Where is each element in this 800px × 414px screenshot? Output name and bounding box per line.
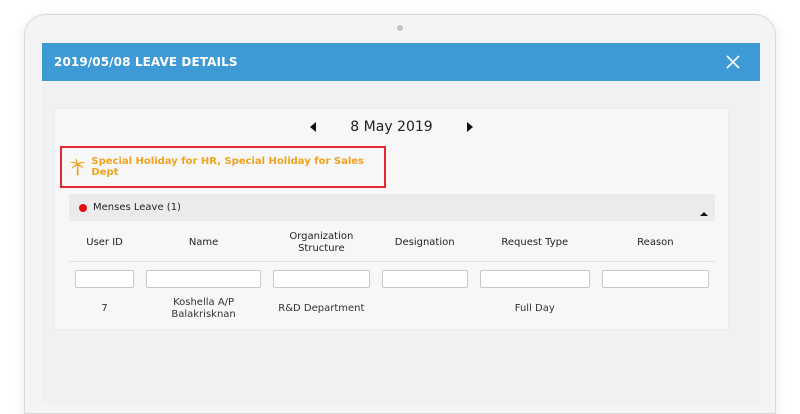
- modal-title: 2019/05/08 LEAVE DETAILS: [54, 55, 238, 69]
- table-row[interactable]: 7 Koshella A/P Balakrisknan R&D Departme…: [69, 294, 715, 324]
- column-header-name[interactable]: Name: [140, 237, 267, 249]
- holiday-text: Special Holiday for HR, Special Holiday …: [91, 156, 364, 178]
- modal-header: 2019/05/08 LEAVE DETAILS: [42, 43, 760, 81]
- cell-request-type: Full Day: [514, 303, 555, 314]
- cell-organization: R&D Department: [278, 303, 365, 314]
- column-header-designation[interactable]: Designation: [376, 237, 474, 249]
- holiday-notice: Special Holiday for HR, Special Holiday …: [60, 146, 386, 188]
- date-navigator: 8 May 2019: [55, 117, 728, 137]
- camera-dot: [397, 25, 403, 31]
- palm-tree-icon: [69, 158, 86, 176]
- column-header-request-type[interactable]: Request Type: [474, 237, 596, 249]
- leave-group-header[interactable]: Menses Leave (1): [69, 194, 715, 221]
- leave-details-card: 8 May 2019 Special Holiday for HR, Speci…: [54, 108, 729, 330]
- leave-table: User ID Name Organization Structure Desi…: [69, 224, 715, 324]
- cell-name: Koshella A/P Balakrisknan: [140, 297, 267, 321]
- column-header-user-id[interactable]: User ID: [69, 237, 140, 249]
- filter-name-input[interactable]: [146, 269, 262, 288]
- cell-name-text: Koshella A/P Balakrisknan: [171, 297, 236, 320]
- table-header-row: User ID Name Organization Structure Desi…: [69, 224, 715, 262]
- prev-day-button[interactable]: [302, 117, 324, 137]
- filter-user-id-input[interactable]: [75, 269, 135, 288]
- caret-right-icon: [466, 122, 473, 132]
- column-header-organization-structure[interactable]: Organization Structure: [267, 231, 376, 255]
- collapse-button[interactable]: [700, 202, 708, 221]
- cell-user-id: 7: [101, 303, 108, 314]
- next-day-button[interactable]: [459, 117, 481, 137]
- column-header-organization-structure-label: Organization Structure: [289, 230, 354, 254]
- filter-row: [69, 262, 715, 294]
- filter-designation-input[interactable]: [381, 269, 468, 288]
- caret-left-icon: [310, 122, 317, 132]
- filter-organization-input[interactable]: [273, 269, 370, 288]
- current-date: 8 May 2019: [350, 119, 433, 135]
- filter-request-type-input[interactable]: [479, 269, 590, 288]
- leave-color-dot: [79, 203, 87, 212]
- leave-group-label: Menses Leave (1): [93, 202, 181, 213]
- column-header-reason[interactable]: Reason: [596, 237, 715, 249]
- caret-up-icon: [700, 212, 708, 216]
- filter-reason-input[interactable]: [601, 269, 709, 288]
- close-icon: [726, 55, 740, 69]
- close-button[interactable]: [722, 51, 744, 73]
- modal-window: 2019/05/08 LEAVE DETAILS 8 May 2019 Spec…: [42, 43, 760, 403]
